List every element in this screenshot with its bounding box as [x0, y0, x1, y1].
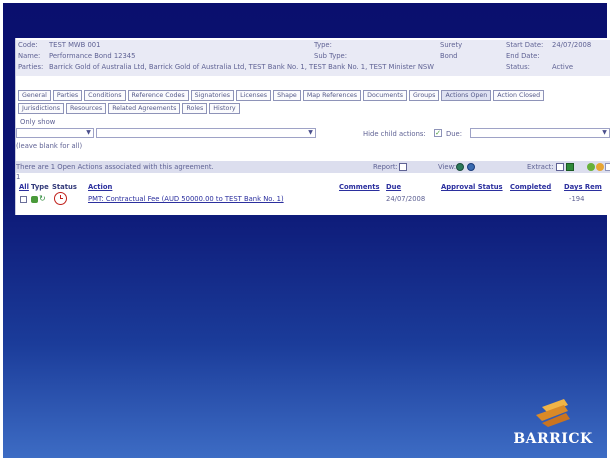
extract-label: Extract: [527, 163, 554, 171]
refresh-icon[interactable] [596, 163, 604, 171]
chevron-down-icon: ▼ [602, 129, 607, 136]
summary-text: There are 1 Open Actions associated with… [16, 163, 214, 171]
parties-value: Barrick Gold of Australia Ltd, Barrick G… [49, 63, 434, 71]
recurring-icon: ↻ [39, 194, 46, 203]
tab-map-references[interactable]: Map References [302, 90, 362, 101]
tab-parties[interactable]: Parties [52, 90, 83, 101]
filter-hint: (leave blank for all) [16, 142, 83, 150]
header-action[interactable]: Action [88, 183, 112, 191]
logo-text: BARRICK [513, 431, 593, 447]
tab-documents[interactable]: Documents [363, 90, 407, 101]
due-select[interactable]: ▼ [470, 128, 610, 138]
filter-area: Only show ▼ ▼ Hide child actions: ✓ Due:… [16, 118, 610, 150]
agreement-panel: Code: TEST MWB 001 Type: Surety Start Da… [15, 38, 610, 215]
header-all[interactable]: All [19, 183, 29, 191]
name-value: Performance Bond 12345 [49, 52, 136, 60]
row-due: 24/07/2008 [386, 195, 426, 203]
header-days-rem[interactable]: Days Rem [564, 183, 602, 191]
tab-action-closed[interactable]: Action Closed [493, 90, 545, 101]
header-status: Status [52, 183, 77, 191]
report-label: Report: [373, 163, 398, 171]
action-link[interactable]: PMT: Contractual Fee (AUD 50000.00 to TE… [88, 193, 284, 205]
tab-resources[interactable]: Resources [66, 103, 107, 114]
view-map-icon[interactable] [467, 163, 475, 171]
tab-general[interactable]: General [18, 90, 51, 101]
header-completed[interactable]: Completed [510, 183, 551, 191]
hide-child-checkbox[interactable]: ✓ [434, 129, 442, 137]
parties-label: Parties: [18, 63, 44, 71]
tab-groups[interactable]: Groups [409, 90, 440, 101]
only-show-label: Only show [20, 118, 56, 126]
code-value: TEST MWB 001 [49, 41, 101, 49]
tab-shape[interactable]: Shape [273, 90, 301, 101]
tab-reference-codes[interactable]: Reference Codes [127, 90, 189, 101]
chevron-down-icon: ▼ [308, 129, 313, 136]
name-label: Name: [18, 52, 41, 60]
tab-row-1: General Parties Conditions Reference Codes S… [18, 90, 545, 101]
table-row: ↻ PMT: Contractual Fee (AUD 50000.00 to … [16, 192, 610, 205]
add-icon[interactable] [587, 163, 595, 171]
extract-excel-icon[interactable] [566, 163, 574, 171]
overdue-clock-icon [54, 192, 67, 205]
status-label: Status: [506, 63, 530, 71]
tab-history[interactable]: History [209, 103, 240, 114]
only-show-select[interactable]: ▼ [16, 128, 94, 138]
edit-icon[interactable] [605, 163, 610, 171]
tab-conditions[interactable]: Conditions [84, 90, 126, 101]
row-checkbox[interactable] [20, 196, 27, 203]
due-label: Due: [446, 130, 463, 138]
tab-licenses[interactable]: Licenses [236, 90, 272, 101]
chevron-down-icon: ▼ [86, 129, 91, 136]
action-type-select[interactable]: ▼ [96, 128, 316, 138]
tab-related-agreements[interactable]: Related Agreements [108, 103, 181, 114]
page-number: 1 [16, 173, 21, 181]
summary-bar: There are 1 Open Actions associated with… [16, 161, 610, 173]
code-label: Code: [18, 41, 38, 49]
header-approval-status[interactable]: Approval Status [441, 183, 503, 191]
report-icon[interactable] [399, 163, 407, 171]
tab-signatories[interactable]: Signatories [190, 90, 235, 101]
agreement-info: Code: TEST MWB 001 Type: Surety Start Da… [16, 40, 610, 76]
header-comments[interactable]: Comments [339, 183, 380, 191]
start-date-label: Start Date: [506, 41, 544, 49]
start-date-value: 24/07/2008 [552, 41, 592, 49]
type-label: Type: [314, 41, 332, 49]
header-type: Type [31, 183, 49, 191]
view-label: View: [438, 163, 457, 171]
payment-type-icon [31, 196, 38, 203]
tab-actions-open[interactable]: Actions Open [441, 90, 492, 101]
row-days-rem: -194 [569, 195, 585, 203]
hide-child-label: Hide child actions: [363, 130, 426, 138]
tab-jurisdictions[interactable]: Jurisdictions [18, 103, 65, 114]
end-date-label: End Date: [506, 52, 540, 60]
table-header: All Type Status Action Comments Due Appr… [16, 183, 610, 193]
subtype-value: Bond [440, 52, 458, 60]
barrick-logo: BARRICK [498, 393, 608, 453]
status-value: Active [552, 63, 574, 71]
extract-doc-icon[interactable] [556, 163, 564, 171]
type-value: Surety [440, 41, 463, 49]
view-globe-icon[interactable] [456, 163, 464, 171]
header-due[interactable]: Due [386, 183, 401, 191]
tab-roles[interactable]: Roles [182, 103, 208, 114]
subtype-label: Sub Type: [314, 52, 347, 60]
tab-row-2: Jurisdictions Resources Related Agreements… [18, 103, 240, 114]
